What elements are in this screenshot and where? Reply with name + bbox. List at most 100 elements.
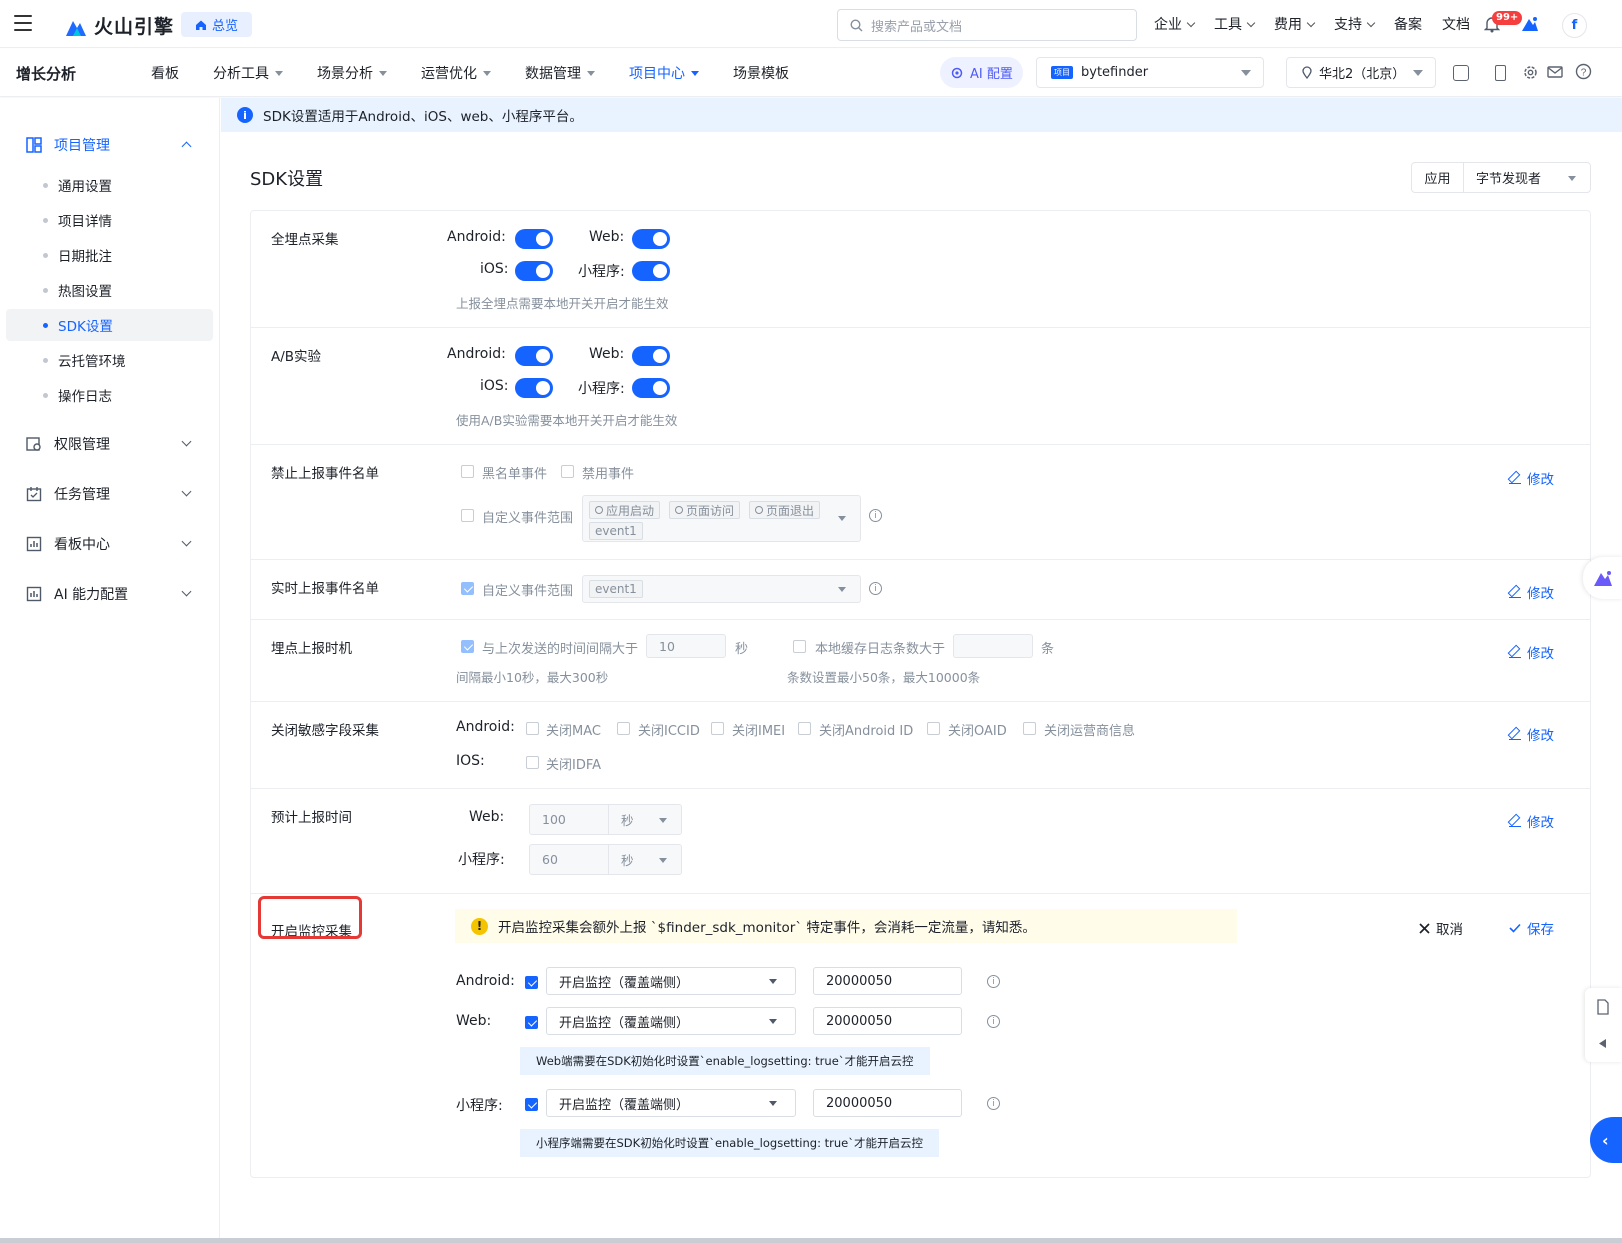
sidebar-item-cloud-hosting[interactable]: 云托管环境 <box>6 344 213 376</box>
volcengine-logo[interactable]: 火山引擎 <box>64 12 174 39</box>
custom-range-checkbox[interactable] <box>461 509 474 522</box>
full-tracking-android-toggle[interactable] <box>515 229 553 249</box>
floating-ai-button[interactable] <box>1583 557 1622 599</box>
info-circle-icon[interactable]: i <box>869 509 882 522</box>
sidebar-item-sdk[interactable]: SDK设置 <box>6 309 213 341</box>
realtime-custom-range-checkbox[interactable] <box>461 582 474 595</box>
monitor-android-value-input[interactable]: 20000050 <box>813 967 962 995</box>
info-circle-icon[interactable]: i <box>987 1097 1000 1110</box>
sidebar-item-date-notes[interactable]: 日期批注 <box>6 239 213 271</box>
block-list-modify-button[interactable]: 修改 <box>1509 468 1554 488</box>
full-tracking-ios-toggle[interactable] <box>515 261 553 281</box>
cancel-button[interactable]: 取消 <box>1419 918 1463 938</box>
nav-support[interactable]: 支持 <box>1334 14 1374 34</box>
nav-ops-optimization[interactable]: 运营优化 <box>404 63 508 83</box>
calendar-icon[interactable] <box>1453 65 1469 81</box>
full-tracking-mp-toggle[interactable] <box>632 261 670 281</box>
ai-config-button[interactable]: AI 配置 <box>940 57 1023 88</box>
help-icon[interactable]: ? <box>1575 63 1592 80</box>
report-time-mp-input[interactable]: 60 <box>529 844 609 875</box>
monitor-web-mode-select[interactable]: 开启监控（覆盖端侧） <box>546 1007 796 1035</box>
document-icon[interactable] <box>1596 999 1610 1015</box>
expand-panel-button[interactable]: ‹ <box>1590 1117 1622 1163</box>
app-selector[interactable]: 应用 字节发现者 <box>1411 162 1591 193</box>
sidebar-item-heatmap[interactable]: 热图设置 <box>6 274 213 306</box>
region-select[interactable]: 华北2（北京） <box>1286 57 1436 88</box>
close-mac-checkbox[interactable] <box>526 722 539 735</box>
save-button[interactable]: 保存 <box>1509 918 1554 938</box>
nav-scenario-templates[interactable]: 场景模板 <box>716 63 806 83</box>
mobile-icon[interactable] <box>1495 65 1506 81</box>
nav-data-management[interactable]: 数据管理 <box>508 63 612 83</box>
disabled-events-checkbox[interactable] <box>561 465 574 478</box>
ab-web-toggle[interactable] <box>632 346 670 366</box>
blacklist-checkbox[interactable] <box>461 465 474 478</box>
sidebar-group-ai-config[interactable]: AI 能力配置 <box>0 578 220 610</box>
close-carrier-checkbox[interactable] <box>1023 722 1036 735</box>
monitor-android-checkbox[interactable] <box>525 976 538 989</box>
ab-android-toggle[interactable] <box>515 346 553 366</box>
monitor-web-value-input[interactable]: 20000050 <box>813 1007 962 1035</box>
timing-modify-button[interactable]: 修改 <box>1509 642 1554 662</box>
sidebar-item-project-details[interactable]: 项目详情 <box>6 204 213 236</box>
monitor-android-mode-select[interactable]: 开启监控（覆盖端侧） <box>546 967 796 995</box>
ai-assistant-icon[interactable] <box>1521 16 1539 32</box>
info-circle-icon[interactable]: i <box>987 1015 1000 1028</box>
realtime-modify-button[interactable]: 修改 <box>1509 582 1554 602</box>
nav-filing[interactable]: 备案 <box>1394 14 1422 34</box>
close-oaid-checkbox[interactable] <box>927 722 940 735</box>
nav-analysis-tools[interactable]: 分析工具 <box>196 63 300 83</box>
search-input[interactable]: 搜索产品或文档 <box>837 9 1137 41</box>
nav-project-center[interactable]: 项目中心 <box>612 63 716 83</box>
avatar[interactable]: f <box>1562 13 1587 38</box>
close-idfa-checkbox[interactable] <box>526 756 539 769</box>
close-android-id-checkbox[interactable] <box>798 722 811 735</box>
report-time-modify-button[interactable]: 修改 <box>1509 811 1554 831</box>
location-icon <box>1302 66 1312 79</box>
monitor-mp-checkbox[interactable] <box>525 1098 538 1111</box>
mp-value: 60 <box>542 852 558 867</box>
sidebar-group-permissions[interactable]: 权限管理 <box>0 428 220 460</box>
close-imei-checkbox[interactable] <box>711 722 724 735</box>
report-time-web-input[interactable]: 100 <box>529 804 609 835</box>
interval-value: 10 <box>659 638 675 654</box>
cache-input[interactable] <box>953 634 1033 658</box>
home-button[interactable]: 总览 <box>181 12 253 37</box>
bottom-scrollbar[interactable] <box>0 1238 1622 1243</box>
monitor-mp-mode-select[interactable]: 开启监控（覆盖端侧） <box>546 1089 796 1117</box>
report-time-web-unit[interactable]: 秒 <box>608 804 682 835</box>
monitor-web-checkbox[interactable] <box>525 1016 538 1029</box>
event-tag-select[interactable]: 应用启动 页面访问 页面退出 event1 <box>582 495 861 542</box>
sidebar-group-tasks[interactable]: 任务管理 <box>0 478 220 510</box>
interval-unit: 秒 <box>735 642 749 657</box>
menu-icon[interactable] <box>14 15 32 31</box>
sidebar-item-logs[interactable]: 操作日志 <box>6 379 213 411</box>
collapse-left-icon[interactable] <box>1598 1038 1607 1049</box>
sidebar-item-general[interactable]: 通用设置 <box>6 169 213 201</box>
interval-input[interactable]: 10 <box>646 634 726 658</box>
mail-icon[interactable] <box>1547 65 1563 79</box>
realtime-event-select[interactable]: event1 <box>582 575 861 603</box>
nav-docs[interactable]: 文档 <box>1442 14 1470 34</box>
nav-billing[interactable]: 费用 <box>1274 14 1314 34</box>
report-time-mp-unit[interactable]: 秒 <box>608 844 682 875</box>
interval-checkbox[interactable] <box>461 640 474 653</box>
project-select[interactable]: 项目 bytefinder <box>1036 57 1264 88</box>
close-iccid-checkbox[interactable] <box>617 722 630 735</box>
info-circle-icon[interactable]: i <box>869 582 882 595</box>
sidebar-group-dashboards[interactable]: 看板中心 <box>0 528 220 560</box>
sensitive-modify-button[interactable]: 修改 <box>1509 724 1554 744</box>
cache-checkbox[interactable] <box>793 640 806 653</box>
app-selector-value[interactable]: 字节发现者 <box>1464 163 1590 192</box>
nav-dashboard[interactable]: 看板 <box>134 63 196 83</box>
ab-mp-toggle[interactable] <box>632 378 670 398</box>
sidebar-group-project-mgmt[interactable]: 项目管理 <box>0 129 220 161</box>
info-circle-icon[interactable]: i <box>987 975 1000 988</box>
nav-enterprise[interactable]: 企业 <box>1154 14 1194 34</box>
full-tracking-web-toggle[interactable] <box>632 229 670 249</box>
nav-tools[interactable]: 工具 <box>1214 14 1254 34</box>
monitor-mp-value-input[interactable]: 20000050 <box>813 1089 962 1117</box>
ab-ios-toggle[interactable] <box>515 378 553 398</box>
settings-gear-icon[interactable] <box>1522 64 1539 81</box>
nav-scenario-analysis[interactable]: 场景分析 <box>300 63 404 83</box>
